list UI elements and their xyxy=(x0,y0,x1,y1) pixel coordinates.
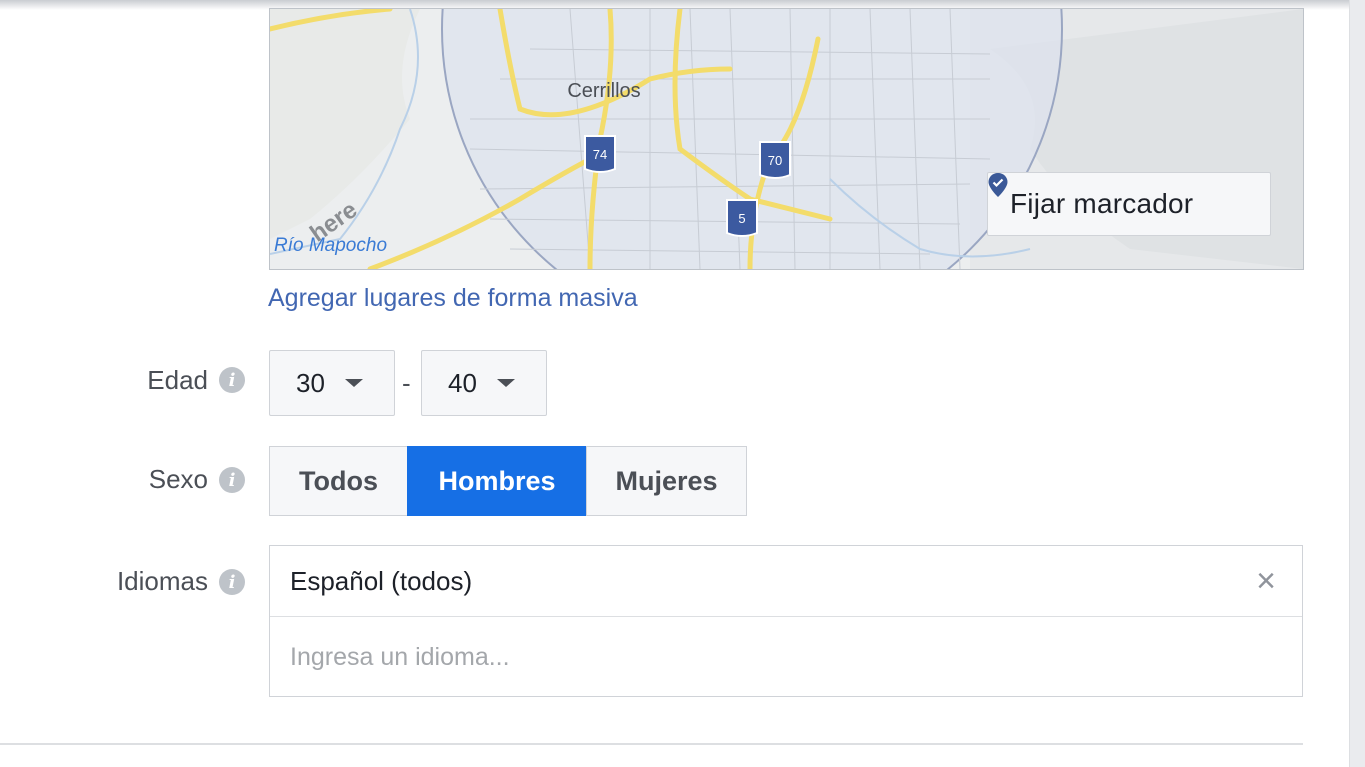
age-min-select[interactable]: 30 xyxy=(269,350,395,416)
age-min-value: 30 xyxy=(296,367,325,398)
scrollbar-track[interactable] xyxy=(1349,0,1365,767)
map-city-label: Cerrillos xyxy=(567,80,640,102)
highway-shield-74: 74 xyxy=(584,135,616,173)
drop-pin-label: Fijar marcador xyxy=(1010,188,1194,219)
section-divider xyxy=(0,743,1303,745)
age-info-icon[interactable]: i xyxy=(219,367,245,393)
age-label: Edad xyxy=(147,365,208,395)
close-icon[interactable]: × xyxy=(1256,562,1276,601)
languages-label: Idiomas xyxy=(116,566,208,596)
svg-text:70: 70 xyxy=(768,153,782,168)
languages-info-icon[interactable]: i xyxy=(219,569,245,595)
gender-option-women[interactable]: Mujeres xyxy=(586,446,747,516)
age-max-value: 40 xyxy=(448,367,477,398)
language-token: Español (todos) × xyxy=(270,546,1302,617)
location-pin-icon xyxy=(988,173,1008,197)
age-max-select[interactable]: 40 xyxy=(421,350,547,416)
language-token-label: Español (todos) xyxy=(290,566,473,596)
highway-shield-5: 5 xyxy=(726,199,758,237)
gender-label: Sexo xyxy=(148,464,208,494)
location-map[interactable]: 74 70 5 Cerrillos Río Mapocho here Fijar… xyxy=(269,8,1304,270)
bulk-add-locations-link[interactable]: Agregar lugares de forma masiva xyxy=(268,284,638,313)
age-separator: - xyxy=(402,368,411,398)
languages-field[interactable]: Español (todos) × xyxy=(269,545,1303,697)
svg-text:74: 74 xyxy=(593,147,607,162)
language-search-input[interactable] xyxy=(288,636,1282,678)
chevron-down-icon xyxy=(344,379,363,387)
gender-info-icon[interactable]: i xyxy=(219,467,245,493)
chevron-down-icon xyxy=(496,379,515,387)
highway-shield-70: 70 xyxy=(759,141,791,179)
drop-pin-button[interactable]: Fijar marcador xyxy=(987,172,1271,236)
gender-option-men[interactable]: Hombres xyxy=(407,446,587,516)
svg-text:5: 5 xyxy=(738,211,745,226)
gender-option-all[interactable]: Todos xyxy=(269,446,408,516)
